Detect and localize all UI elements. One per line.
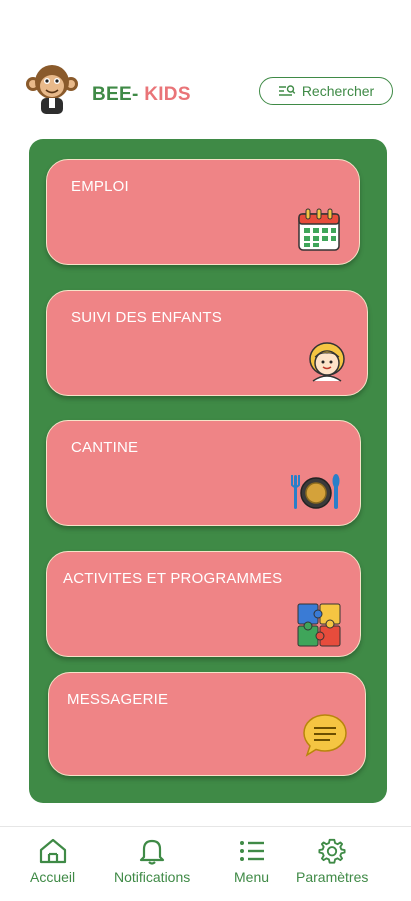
nav-parametres[interactable]: Paramètres — [296, 837, 368, 885]
monkey-logo-icon — [26, 65, 78, 114]
home-icon — [39, 838, 66, 864]
search-button[interactable]: Rechercher — [259, 77, 393, 105]
card-label-emploi: EMPLOI — [71, 178, 129, 195]
plate-cutlery-icon — [291, 474, 340, 509]
nav-label-menu: Menu — [234, 869, 270, 885]
nav-accueil[interactable]: Accueil — [30, 837, 75, 885]
child-face-icon — [309, 342, 345, 382]
gear-icon — [318, 838, 346, 864]
card-activites-et-programmes[interactable]: ACTIVITES ET PROGRAMMES — [46, 551, 361, 657]
list-icon — [239, 841, 264, 861]
card-label-suivi: SUIVI DES ENFANTS — [71, 309, 222, 326]
nav-label-accueil: Accueil — [30, 869, 76, 885]
nav-label-notifications: Notifications — [114, 869, 191, 885]
chat-bubble-icon — [303, 714, 347, 757]
search-button-label: Rechercher — [301, 83, 375, 99]
card-cantine[interactable]: CANTINE — [46, 420, 361, 526]
brand-part-2: KIDS — [144, 84, 191, 105]
card-label-cantine: CANTINE — [71, 439, 139, 456]
card-suivi-des-enfants[interactable]: SUIVI DES ENFANTS — [46, 290, 368, 396]
nav-label-parametres: Paramètres — [296, 869, 369, 885]
bottom-nav: Accueil Notifications Menu Paramètres — [0, 826, 411, 901]
brand-name: BEE- KIDS — [92, 84, 191, 106]
nav-notifications[interactable]: Notifications — [114, 837, 190, 885]
card-label-activites: ACTIVITES ET PROGRAMMES — [63, 570, 283, 587]
calendar-icon — [298, 208, 340, 251]
search-list-icon — [278, 85, 296, 96]
card-messagerie[interactable]: MESSAGERIE — [48, 672, 366, 776]
card-emploi[interactable]: EMPLOI — [46, 159, 360, 265]
nav-menu[interactable]: Menu — [234, 837, 269, 885]
puzzle-icon — [297, 603, 341, 647]
card-label-messagerie: MESSAGERIE — [67, 691, 169, 708]
bell-icon — [140, 839, 165, 865]
app-header: BEE- KIDS Rechercher — [0, 0, 411, 130]
brand-part-1: BEE- — [92, 84, 139, 105]
